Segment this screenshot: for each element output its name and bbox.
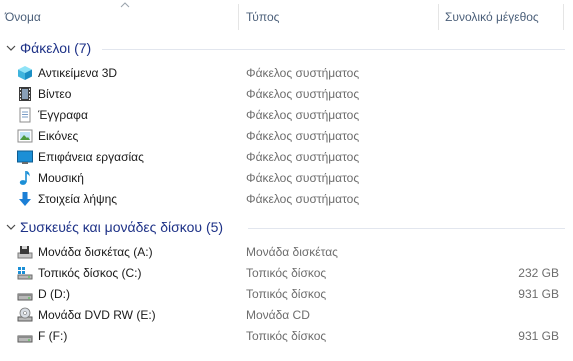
hard-drive-icon [17,335,33,343]
item-name: F (F:) [38,329,68,343]
list-item[interactable]: F (F:) Τοπικός δίσκος 931 GB [0,325,573,346]
item-type: Φάκελος συστήματος [246,150,360,164]
item-name: Τοπικός δίσκος (C:) [38,266,142,280]
list-item[interactable]: Έγγραφα Φάκελος συστήματος [0,104,573,125]
column-name-header[interactable]: Όνομα [5,10,41,24]
list-item[interactable]: Τοπικός δίσκος (C:) Τοπικός δίσκος 232 G… [0,262,573,283]
list-item[interactable]: Βίντεο Φάκελος συστήματος [0,83,573,104]
video-icon [19,87,31,101]
group-header-folders[interactable]: Φάκελοι (7) [0,37,573,61]
item-type: Φάκελος συστήματος [246,108,360,122]
chevron-down-icon[interactable] [5,42,17,54]
group-divider [102,49,565,50]
item-type: Τοπικός δίσκος [246,266,327,280]
column-header: Όνομα Τύπος Συνολικό μέγεθος [0,0,573,30]
item-type: Τοπικός δίσκος [246,329,327,343]
item-name: Μουσική [38,171,84,185]
item-name: Έγγραφα [38,108,88,122]
documents-icon [19,107,31,123]
system-drive-icon [17,267,33,280]
item-name: Εικόνες [38,129,79,143]
group-header-drives[interactable]: Συσκευές και μονάδες δίσκου (5) [0,216,573,240]
music-icon [19,171,30,185]
item-name: Στοιχεία λήψης [38,192,118,206]
column-size-header[interactable]: Συνολικό μέγεθος [445,10,539,24]
item-type: Φάκελος συστήματος [246,171,360,185]
column-divider[interactable] [438,4,439,30]
floppy-drive-icon [17,246,33,259]
item-size: 232 GB [518,266,559,280]
list-item[interactable]: Μονάδα δισκέτας (A:) Μονάδα δισκέτας [0,241,573,262]
hard-drive-icon [17,293,33,301]
list-item[interactable]: Εικόνες Φάκελος συστήματος [0,125,573,146]
downloads-icon [19,192,31,206]
item-name: Επιφάνεια εργασίας [38,150,144,164]
column-divider[interactable] [238,4,239,30]
group-title: Συσκευές και μονάδες δίσκου (5) [20,219,224,235]
item-type: Φάκελος συστήματος [246,192,360,206]
item-type: Φάκελος συστήματος [246,129,360,143]
item-size: 931 GB [518,287,559,301]
chevron-down-icon[interactable] [5,221,17,233]
list-item[interactable]: D (D:) Τοπικός δίσκος 931 GB [0,283,573,304]
pictures-icon [17,129,33,143]
item-name: Μονάδα DVD RW (E:) [38,308,156,322]
list-item[interactable]: Αντικείμενα 3D Φάκελος συστήματος [0,62,573,83]
group-title: Φάκελοι (7) [20,40,92,56]
sort-ascending-icon[interactable] [120,1,130,9]
dvd-drive-icon [17,307,33,322]
item-type: Μονάδα CD [246,308,310,322]
list-item[interactable]: Μονάδα DVD RW (E:) Μονάδα CD [0,304,573,325]
column-divider[interactable] [563,4,564,30]
item-type: Φάκελος συστήματος [246,87,360,101]
item-type: Φάκελος συστήματος [246,66,360,80]
item-name: D (D:) [38,287,70,301]
column-type-header[interactable]: Τύπος [246,10,279,24]
list-item[interactable]: Επιφάνεια εργασίας Φάκελος συστήματος [0,146,573,167]
item-name: Μονάδα δισκέτας (A:) [38,245,153,259]
list-item[interactable]: Μουσική Φάκελος συστήματος [0,167,573,188]
item-type: Μονάδα δισκέτας [246,245,338,259]
3d-objects-icon [18,66,32,80]
list-item[interactable]: Στοιχεία λήψης Φάκελος συστήματος [0,188,573,209]
item-size: 931 GB [518,329,559,343]
desktop-icon [17,150,33,164]
item-name: Αντικείμενα 3D [38,66,118,80]
item-name: Βίντεο [38,87,72,101]
item-type: Τοπικός δίσκος [246,287,327,301]
group-divider [248,228,565,229]
